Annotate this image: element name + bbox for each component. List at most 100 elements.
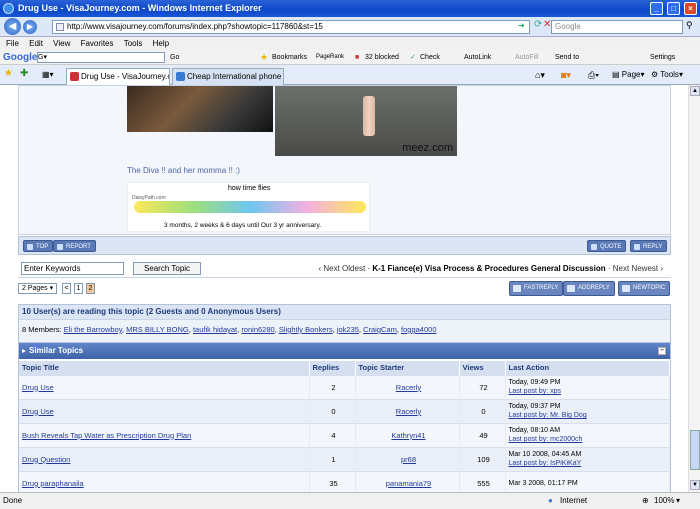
autofill-button[interactable]: AutoFill [515,50,538,65]
keyword-input[interactable]: Enter Keywords [21,262,124,275]
report-button[interactable]: REPORT [53,240,96,252]
menu-edit[interactable]: Edit [29,39,43,48]
scroll-down-icon[interactable]: ▼ [690,480,700,490]
zoom-icon: ⊕ [642,496,649,505]
last-post-link[interactable]: Last post by: IsPiKiKaY [509,460,582,467]
next-oldest-link[interactable]: ‹ Next Oldest [319,264,366,273]
meez-watermark: meez.com [402,142,453,154]
tab-cheap-calls[interactable]: Cheap International phone calls [172,68,284,85]
search-placeholder: Google [555,22,581,31]
zoom-level[interactable]: 100% [654,493,674,509]
starter-link[interactable]: Racerly [396,407,421,416]
check-button[interactable]: Check [420,50,440,65]
member-link[interactable]: Eli the Barrowboy [64,325,122,334]
topic-link[interactable]: Bush Reveals Tap Water as Prescription D… [22,431,191,440]
daisypath-ticker[interactable]: how time flies DaisyPath.com 3 months, 2… [127,182,370,232]
expand-arrow-icon [22,349,26,353]
col-last-action: Last Action [505,361,670,375]
last-post-link[interactable]: Last post by: xps [509,388,562,395]
replies-count: 4 [309,422,356,447]
last-post-link[interactable]: Last post by: Mr. Big Dog [509,412,587,419]
last-post-user: IsPiKiKaY [550,460,582,467]
page-menu[interactable]: ▤ Page▾ [612,70,644,79]
search-magnifier-icon[interactable]: ⚲ [686,20,693,31]
menu-tools[interactable]: Tools [124,39,143,48]
vertical-scrollbar[interactable]: ▲ ▼ [688,85,700,492]
topic-link[interactable]: Drug Question [22,455,70,464]
next-newest-link[interactable]: Next Newest › [613,264,663,273]
starter-link[interactable]: Racerly [396,383,421,392]
bookmarks-button[interactable]: Bookmarks [272,50,307,65]
status-bar: Done ● Internet ⊕ 100% ▾ [0,492,700,509]
scroll-up-icon[interactable]: ▲ [690,86,700,96]
print-icon[interactable]: ⎙▾ [588,70,599,81]
starter-link[interactable]: pr68 [401,455,416,464]
quick-tabs-icon[interactable]: ▦▾ [42,70,54,79]
maximize-button[interactable]: □ [667,2,680,15]
reply-button[interactable]: REPLY [630,240,668,252]
address-input[interactable]: http://www.visajourney.com/forums/index.… [52,20,530,34]
first-page-button[interactable]: < [62,283,71,294]
back-button[interactable]: ◀ [4,18,21,35]
menu-view[interactable]: View [53,39,70,48]
starter-link[interactable]: panamania79 [386,479,431,488]
menu-favorites[interactable]: Favorites [81,39,114,48]
forward-button[interactable]: ▶ [23,20,37,34]
close-button[interactable]: × [684,2,697,15]
minimize-button[interactable]: _ [650,2,663,15]
last-action: Mar 3 2008, 01:17 PM [505,470,670,492]
post-photo-avatar: meez.com [275,86,457,156]
report-icon [57,244,63,250]
member-link[interactable]: MRS BILLY BONG [126,325,189,334]
page-1-link[interactable]: 1 [74,283,83,294]
report-label: REPORT [66,244,91,250]
add-favorite-icon[interactable]: ✚ [20,68,28,79]
menu-file[interactable]: File [6,39,19,48]
topic-link[interactable]: Drug Use [22,407,54,416]
tab-drug-use[interactable]: Drug Use - VisaJourney.com [66,68,170,85]
pages-dropdown[interactable]: 2 Pages ▾ [18,283,58,294]
refresh-icon[interactable]: ⟳ [534,19,542,30]
search-input[interactable]: Google [551,20,683,34]
collapse-icon[interactable]: – [658,347,666,355]
member-link[interactable]: ronin6280 [241,325,274,334]
settings-button[interactable]: Settings [650,50,675,65]
top-button[interactable]: TOP [23,240,54,252]
member-link[interactable]: Slightly Bonkers [279,325,333,334]
sendto-button[interactable]: Send to [555,50,579,65]
search-topic-button[interactable]: Search Topic [133,262,201,275]
similar-topics-header: Similar Topics – [19,343,670,359]
topic-link[interactable]: Drug Use [22,383,54,392]
home-icon[interactable]: ⌂▾ [535,70,545,81]
internet-zone-icon: ● [548,496,553,505]
feeds-icon[interactable]: ◙▾ [561,70,571,81]
menu-help[interactable]: Help [153,39,169,48]
member-link[interactable]: fogga4000 [401,325,436,334]
member-link[interactable]: CraigCam [363,325,397,334]
similar-topics-panel: Similar Topics – Topic Title Replies Top… [18,342,671,492]
newtopic-button[interactable]: NEWTOPIC [618,281,671,296]
zoom-dropdown-icon[interactable]: ▾ [676,493,680,509]
autolink-button[interactable]: AutoLink [464,50,491,65]
topic-link[interactable]: Drug paraphanaila [22,479,84,488]
quote-button[interactable]: QUOTE [587,240,627,252]
google-search-field[interactable]: G▾ [37,52,165,63]
member-link[interactable]: jok235 [337,325,359,334]
table-row: Drug paraphanaila 35 panamania79 555 Mar… [19,470,670,492]
favorites-star-icon[interactable]: ★ [4,68,13,79]
popups-blocked[interactable]: 32 blocked [365,50,399,65]
addreply-button[interactable]: ADDREPLY [563,281,615,296]
last-post-link[interactable]: Last post by: mc2000ch [509,436,583,443]
starter-link[interactable]: Kathryn41 [391,431,425,440]
go-arrow-icon[interactable]: ➜ [518,21,525,30]
scroll-thumb[interactable] [690,430,700,470]
window-titlebar: Drug Use - VisaJourney.com - Windows Int… [0,0,700,17]
ticker-text: 3 months, 2 weeks & 6 days until Our 3 y… [164,222,322,229]
google-logo: Google [3,52,38,63]
member-link[interactable]: taufik hidayat [193,325,237,334]
forum-link[interactable]: K-1 Fiance(e) Visa Process & Procedures … [372,264,605,273]
google-go-button[interactable]: Go [170,50,179,65]
page-content: meez.com The Diva !! and her momma !! :)… [0,85,688,492]
tools-menu[interactable]: ⚙ Tools▾ [651,70,683,79]
fastreply-button[interactable]: FASTREPLY [509,281,564,296]
